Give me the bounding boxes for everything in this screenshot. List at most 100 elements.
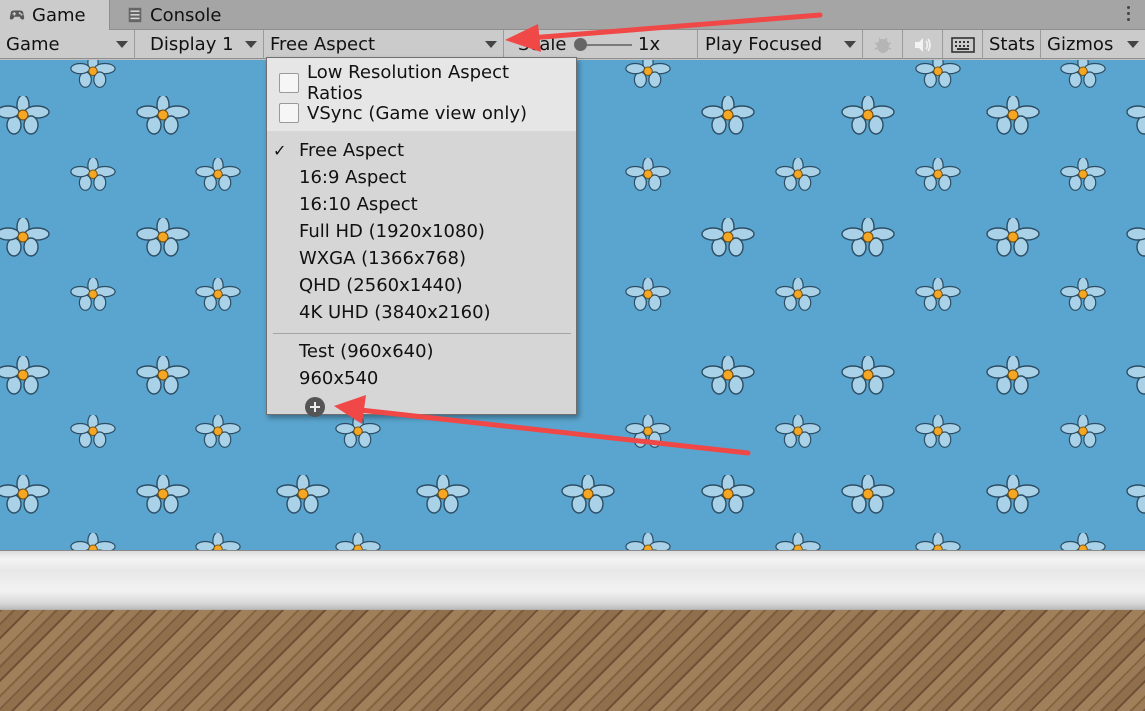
keyboard-icon[interactable] xyxy=(943,30,983,59)
flower-decoration xyxy=(0,218,50,257)
flower-decoration xyxy=(986,356,1040,395)
flower-decoration xyxy=(775,278,821,311)
aspect-value: Free Aspect xyxy=(270,34,376,55)
flower-decoration xyxy=(195,415,241,448)
flower-decoration xyxy=(70,158,116,191)
flower-decoration xyxy=(625,415,671,448)
flower-decoration xyxy=(70,278,116,311)
flower-decoration xyxy=(195,533,241,551)
gamepad-icon xyxy=(9,10,25,20)
view-mode-dropdown[interactable]: Game xyxy=(0,30,135,59)
flower-decoration xyxy=(986,475,1040,514)
flower-decoration xyxy=(625,158,671,191)
flower-decoration xyxy=(701,356,755,395)
scale-value: 1x xyxy=(638,34,661,55)
add-resolution-icon[interactable] xyxy=(305,397,325,417)
flower-decoration xyxy=(841,218,895,257)
more-options-icon[interactable] xyxy=(1127,6,1131,22)
menu-item-16-9[interactable]: 16:9 Aspect xyxy=(299,164,406,190)
stats-button[interactable]: Stats xyxy=(983,30,1041,59)
flower-decoration xyxy=(1060,533,1106,551)
checkbox-icon[interactable] xyxy=(279,103,299,123)
flower-decoration xyxy=(775,158,821,191)
flower-decoration xyxy=(1060,278,1106,311)
flower-decoration xyxy=(1126,356,1145,395)
menu-item-qhd[interactable]: QHD (2560x1440) xyxy=(299,272,463,298)
scale-slider-track[interactable] xyxy=(580,44,632,46)
flower-decoration xyxy=(625,60,671,88)
menu-item-wxga[interactable]: WXGA (1366x768) xyxy=(299,245,466,271)
flower-decoration xyxy=(1126,96,1145,135)
low-resolution-label: Low Resolution Aspect Ratios xyxy=(307,62,510,104)
flower-decoration xyxy=(915,533,961,551)
flower-decoration xyxy=(70,415,116,448)
checkbox-icon[interactable] xyxy=(279,73,299,93)
flower-decoration xyxy=(915,60,961,88)
aspect-dropdown[interactable]: Free Aspect xyxy=(264,30,504,59)
tab-console-label: Console xyxy=(150,4,222,26)
menu-item-custom-960x540[interactable]: 960x540 xyxy=(299,365,378,391)
flower-decoration xyxy=(775,415,821,448)
flower-decoration xyxy=(701,96,755,135)
flower-decoration xyxy=(195,158,241,191)
menu-item-full-hd[interactable]: Full HD (1920x1080) xyxy=(299,218,485,244)
flower-decoration xyxy=(701,475,755,514)
bug-icon[interactable] xyxy=(863,30,903,59)
flower-decoration xyxy=(915,415,961,448)
flower-decoration xyxy=(136,475,190,514)
flower-decoration xyxy=(561,475,615,514)
chevron-down-icon xyxy=(116,41,128,48)
gizmos-label: Gizmos xyxy=(1047,34,1114,55)
chevron-down-icon xyxy=(485,41,497,48)
menu-item-4k-uhd[interactable]: 4K UHD (3840x2160) xyxy=(299,299,491,325)
flower-decoration xyxy=(915,278,961,311)
checkmark-icon: ✓ xyxy=(273,141,287,160)
menu-item-16-10[interactable]: 16:10 Aspect xyxy=(299,191,418,217)
speaker-icon[interactable] xyxy=(903,30,943,59)
flower-decoration xyxy=(276,475,330,514)
chevron-down-icon xyxy=(1127,41,1139,48)
flower-decoration xyxy=(335,533,381,551)
flower-decoration xyxy=(1060,158,1106,191)
tab-console[interactable]: Console xyxy=(118,0,229,30)
scale-slider-knob[interactable] xyxy=(574,38,587,51)
flower-decoration xyxy=(841,356,895,395)
play-mode-value: Play Focused xyxy=(705,34,823,55)
flower-decoration xyxy=(986,96,1040,135)
aspect-menu: Low Resolution Aspect Ratios VSync (Game… xyxy=(266,57,577,417)
flower-decoration xyxy=(70,533,116,551)
chevron-down-icon xyxy=(844,41,856,48)
menu-item-free-aspect[interactable]: Free Aspect xyxy=(299,137,404,163)
flower-decoration xyxy=(915,158,961,191)
play-mode-dropdown[interactable]: Play Focused xyxy=(699,30,863,59)
gizmos-dropdown[interactable]: Gizmos xyxy=(1041,30,1145,59)
flower-decoration xyxy=(625,533,671,551)
menu-item-custom-test[interactable]: Test (960x640) xyxy=(299,338,434,364)
display-value: Display 1 xyxy=(150,34,234,55)
flower-decoration xyxy=(335,415,381,448)
flower-decoration xyxy=(841,475,895,514)
wooden-floor xyxy=(0,610,1145,711)
flower-decoration xyxy=(0,356,50,395)
flower-decoration xyxy=(625,278,671,311)
vsync-option[interactable]: VSync (Game view only) xyxy=(279,100,551,126)
flower-decoration xyxy=(1060,60,1106,88)
flower-decoration xyxy=(1126,218,1145,257)
low-resolution-option[interactable]: Low Resolution Aspect Ratios xyxy=(279,62,551,104)
tab-game[interactable]: Game xyxy=(0,0,110,30)
stats-label: Stats xyxy=(989,34,1035,55)
flower-decoration xyxy=(136,218,190,257)
flower-decoration xyxy=(70,60,116,88)
flower-decoration xyxy=(416,475,470,514)
flower-decoration xyxy=(775,533,821,551)
tab-game-label: Game xyxy=(32,4,86,26)
flower-decoration xyxy=(136,356,190,395)
flower-decoration xyxy=(841,96,895,135)
flower-decoration xyxy=(136,96,190,135)
scale-label: Scale xyxy=(518,34,567,55)
flower-decoration xyxy=(986,218,1040,257)
scale-control: Scale 1x xyxy=(504,30,698,59)
flower-decoration xyxy=(1126,475,1145,514)
display-dropdown[interactable]: Display 1 xyxy=(144,30,264,59)
flower-decoration xyxy=(1060,415,1106,448)
